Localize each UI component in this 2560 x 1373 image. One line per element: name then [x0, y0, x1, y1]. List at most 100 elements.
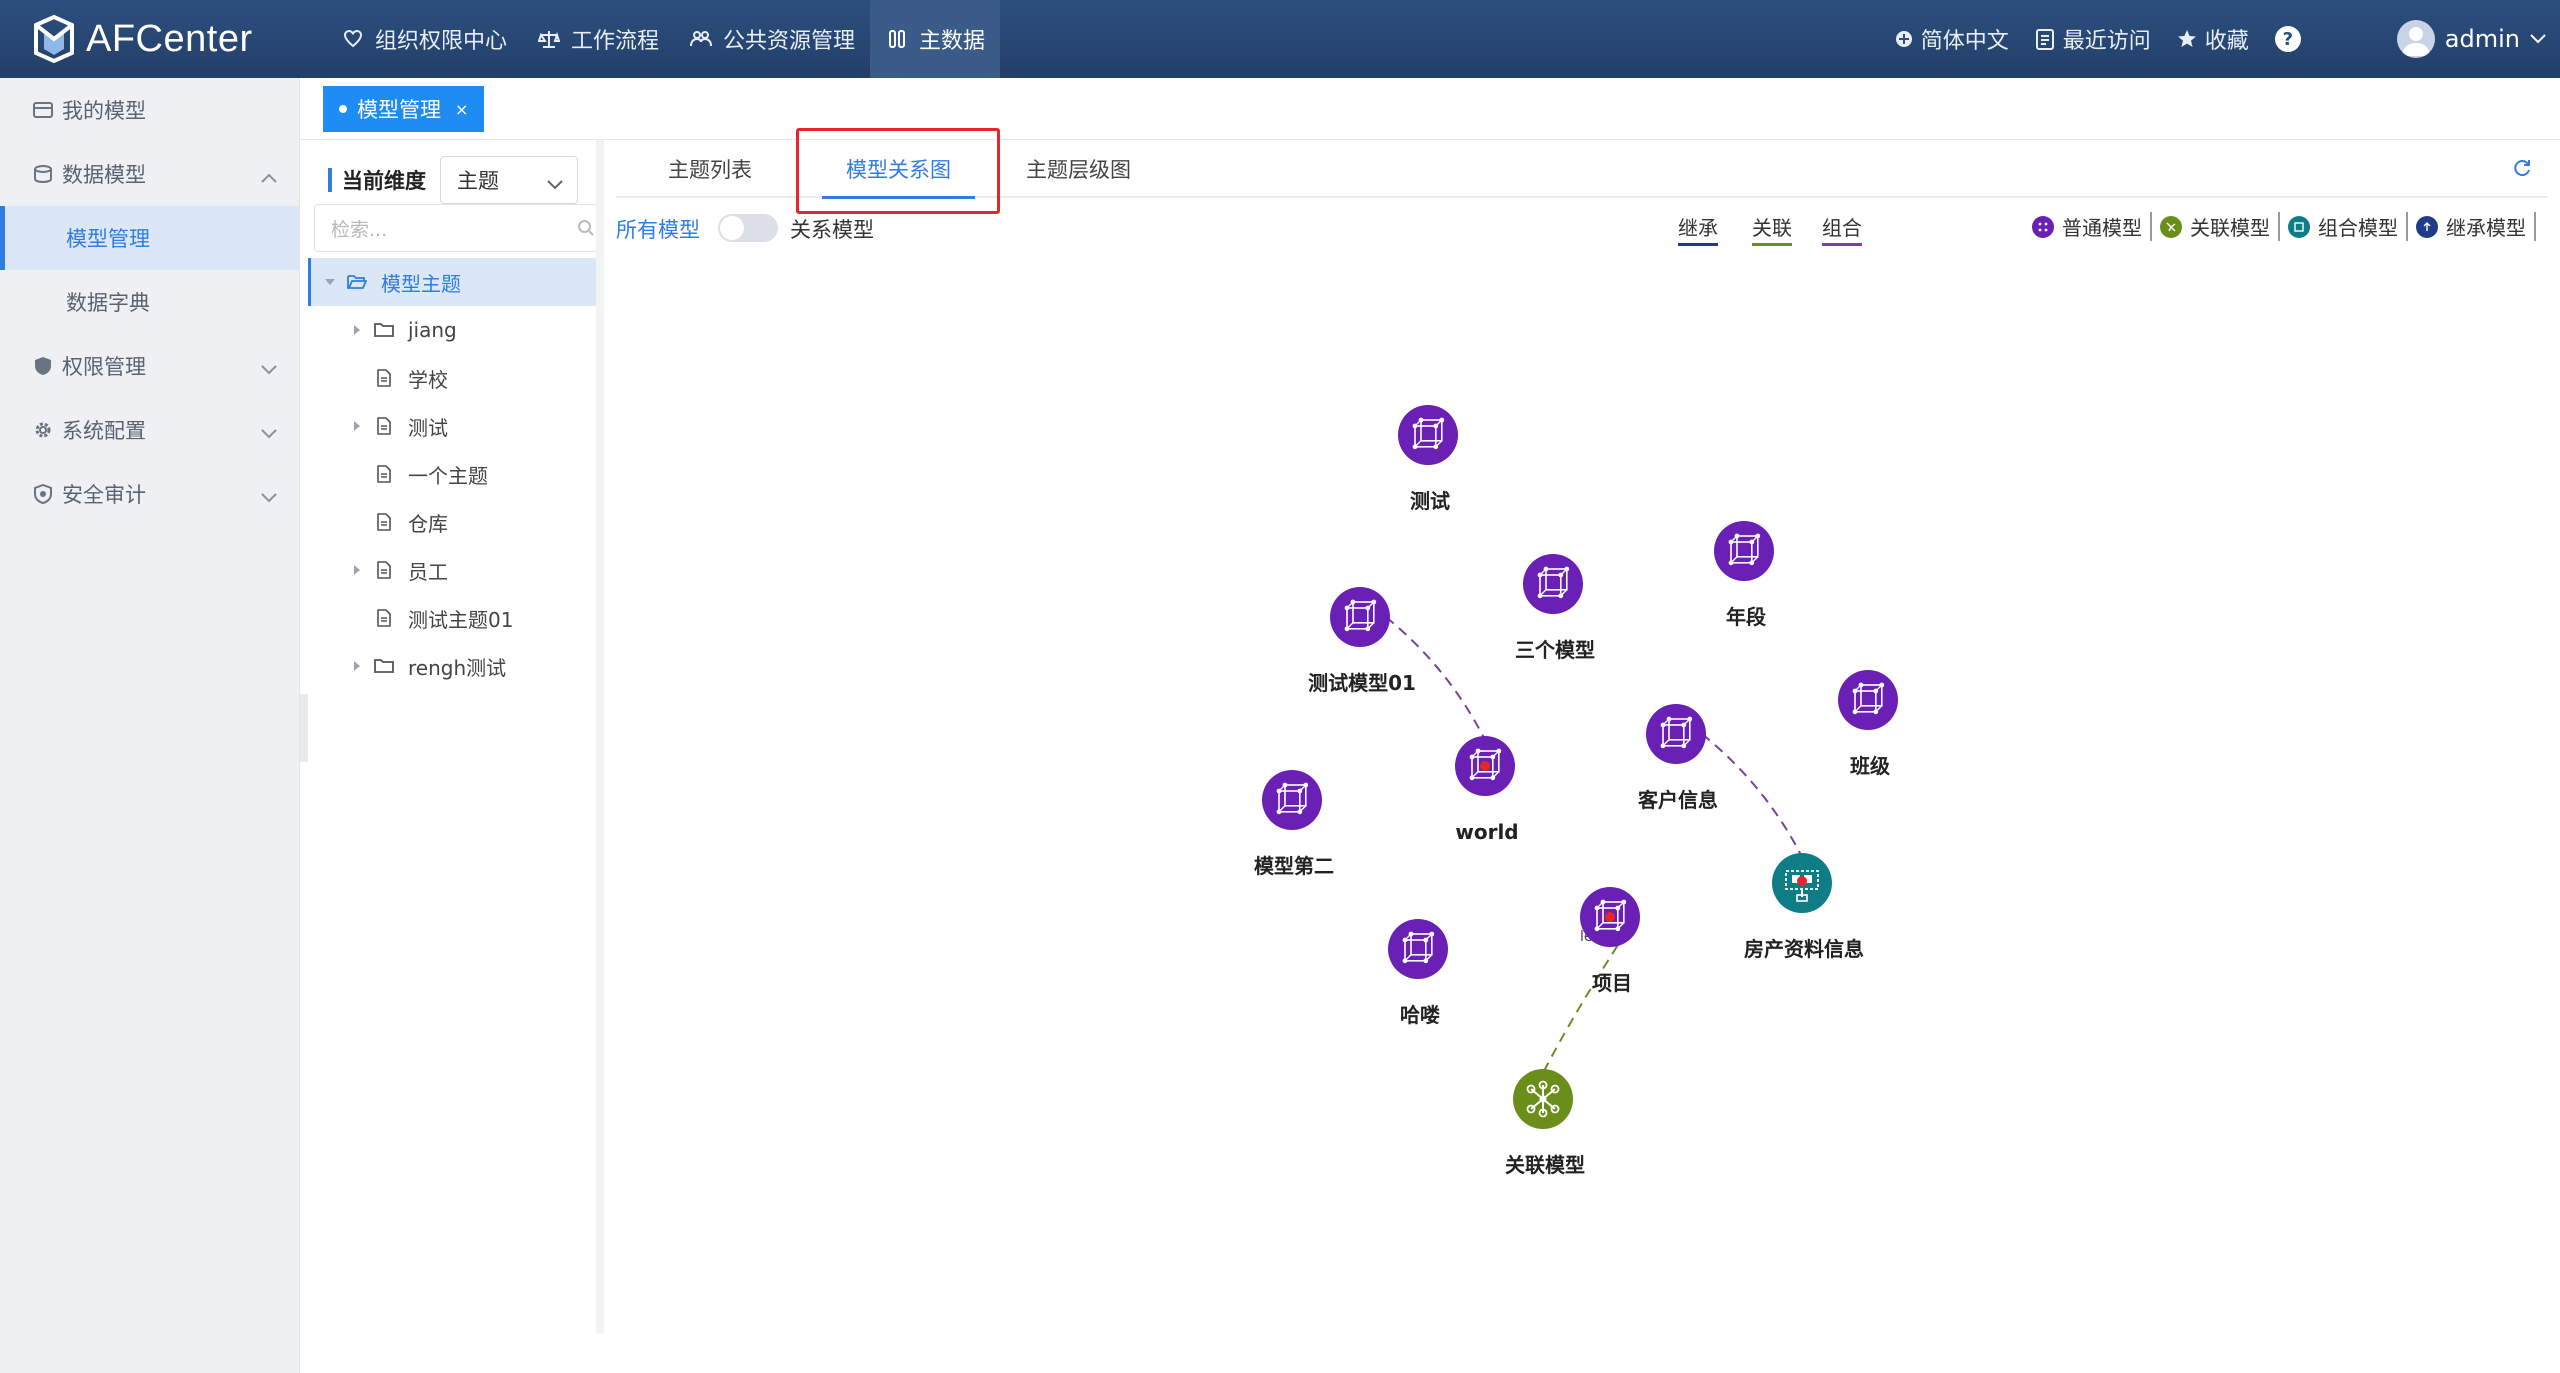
- tree-search-input[interactable]: 检索...: [314, 204, 604, 252]
- dimension-label: 当前维度: [342, 169, 426, 193]
- tab-topic-hierarchy[interactable]: 主题层级图: [1026, 154, 1131, 188]
- node-marker-dot: [1480, 761, 1490, 771]
- tree-node[interactable]: jiang: [308, 306, 604, 354]
- favorites[interactable]: 收藏: [2177, 23, 2249, 55]
- sidebar-item-label: 模型管理: [66, 227, 150, 251]
- relation-model-toggle[interactable]: [718, 214, 778, 242]
- user-menu[interactable]: admin: [2396, 20, 2546, 58]
- nav-item-label: 主数据: [919, 29, 986, 54]
- dimension-accent-bar: [328, 168, 332, 192]
- relation-models-label[interactable]: 关系模型: [790, 214, 874, 244]
- legend-label: 继承模型: [2446, 216, 2526, 240]
- tree-node[interactable]: 学校: [308, 354, 604, 402]
- node-marker-dot: [1797, 876, 1807, 886]
- graph-node[interactable]: 年段: [1714, 521, 1774, 629]
- folder-open-icon: [347, 272, 367, 292]
- graph-node-circle[interactable]: [1523, 554, 1583, 614]
- caret-right-icon[interactable]: [350, 420, 364, 432]
- nav-item-master-data[interactable]: 主数据: [870, 0, 1001, 78]
- tree-node-label: 一个主题: [408, 463, 488, 488]
- user-name: admin: [2444, 25, 2520, 53]
- page-tab-model-management[interactable]: 模型管理 ×: [323, 86, 485, 132]
- recent-visits[interactable]: 最近访问: [2035, 23, 2151, 55]
- relation-filter-inherit[interactable]: 继承: [1678, 212, 1718, 246]
- tab-model-relation[interactable]: 模型关系图: [822, 154, 975, 199]
- graph-node[interactable]: world: [1455, 736, 1519, 844]
- sidebar: 我的模型 数据模型 模型管理 数据字典 权限管理 系统配置 安全审计: [0, 78, 300, 1373]
- caret-right-icon[interactable]: [350, 660, 364, 672]
- graph-node[interactable]: 哈喽: [1388, 919, 1448, 1027]
- graph-node[interactable]: 三个模型: [1515, 554, 1595, 662]
- nav-item-resources[interactable]: 公共资源管理: [674, 0, 870, 78]
- caret-right-icon[interactable]: [350, 324, 364, 336]
- graph-legend: 普通模型 关联模型 组合模型 继承模型: [2024, 212, 2536, 241]
- caret-right-icon[interactable]: [350, 564, 364, 576]
- nav-item-workflow[interactable]: 工作流程: [522, 0, 674, 78]
- nav-item-org[interactable]: 组织权限中心: [326, 0, 522, 78]
- relation-filter-association[interactable]: 关联: [1752, 212, 1792, 246]
- favorites-label: 收藏: [2204, 29, 2249, 54]
- graph-node[interactable]: 测试模型01: [1308, 587, 1416, 695]
- sidebar-item-data-model[interactable]: 数据模型: [0, 142, 299, 206]
- sidebar-item-model-management[interactable]: 模型管理: [0, 206, 299, 270]
- shield-icon: [32, 355, 54, 377]
- language-switch[interactable]: 简体中文: [1895, 23, 2009, 55]
- normal-model-icon: [2032, 215, 2054, 238]
- graph-node[interactable]: 测试: [1398, 405, 1458, 513]
- graph-node[interactable]: 客户信息: [1637, 704, 1718, 812]
- legend-item-composite[interactable]: 组合模型: [2280, 212, 2408, 241]
- legend-item-association[interactable]: 关联模型: [2152, 212, 2280, 241]
- tree-node-label: 测试: [408, 415, 448, 440]
- tab-topic-list[interactable]: 主题列表: [668, 154, 752, 188]
- relation-filter-composition[interactable]: 组合: [1822, 212, 1862, 246]
- help-button[interactable]: ?: [2274, 26, 2301, 52]
- graph-node-circle[interactable]: [1646, 704, 1706, 764]
- graph-node-circle[interactable]: [1330, 587, 1390, 647]
- graph-node-circle[interactable]: [1388, 919, 1448, 979]
- legend-label: 关联模型: [2190, 216, 2270, 240]
- tree-node[interactable]: 员工: [308, 546, 604, 594]
- graph-node[interactable]: 关联模型: [1505, 1069, 1585, 1177]
- tree-node[interactable]: 测试主题01: [308, 594, 604, 642]
- scale-icon: [537, 27, 561, 51]
- all-models-label[interactable]: 所有模型: [616, 214, 700, 244]
- sidebar-item-permissions[interactable]: 权限管理: [0, 334, 299, 398]
- sidebar-item-my-models[interactable]: 我的模型: [0, 78, 299, 142]
- app-logo[interactable]: AFCenter: [32, 14, 253, 64]
- caret-down-icon[interactable]: [323, 278, 337, 286]
- legend-label: 普通模型: [2062, 216, 2142, 240]
- legend-item-normal[interactable]: 普通模型: [2024, 212, 2152, 241]
- refresh-icon[interactable]: [2512, 158, 2532, 182]
- panel-splitter[interactable]: [596, 140, 604, 1333]
- chevron-down-icon: [261, 420, 277, 444]
- sidebar-item-data-dictionary[interactable]: 数据字典: [0, 270, 299, 334]
- tree-node[interactable]: 测试: [308, 402, 604, 450]
- legend-item-inherit[interactable]: 继承模型: [2408, 212, 2536, 241]
- close-icon[interactable]: ×: [455, 100, 468, 119]
- language-label: 简体中文: [1920, 29, 2009, 54]
- globe-icon: [1895, 30, 1913, 48]
- tree-node[interactable]: rengh测试: [308, 642, 604, 690]
- page-tab-label: 模型管理: [357, 98, 441, 122]
- search-placeholder: 检索...: [331, 218, 388, 241]
- dimension-select[interactable]: 主题: [440, 156, 578, 204]
- graph-toolbar: 所有模型 关系模型 继承 关联 组合 普通模型 关联模型 组合模型 继承模型: [616, 208, 2548, 248]
- sidebar-item-security-audit[interactable]: 安全审计: [0, 462, 299, 526]
- graph-node-label: 三个模型: [1515, 638, 1595, 662]
- sidebar-item-label: 权限管理: [62, 355, 146, 379]
- graph-node[interactable]: 班级: [1838, 670, 1898, 778]
- graph-node-circle[interactable]: [1398, 405, 1458, 465]
- tree-node-root[interactable]: 模型主题: [308, 258, 604, 306]
- tree-node[interactable]: 仓库: [308, 498, 604, 546]
- sidebar-item-system-config[interactable]: 系统配置: [0, 398, 299, 462]
- graph-node-circle[interactable]: [1838, 670, 1898, 730]
- model-relation-graph[interactable]: level1测试三个模型年段测试模型01world客户信息班级模型第二房产资料信…: [604, 140, 2560, 1373]
- node-marker-dot: [1605, 912, 1615, 922]
- tree-node[interactable]: 一个主题: [308, 450, 604, 498]
- graph-node[interactable]: 房产资料信息: [1744, 853, 1864, 961]
- graph-node-circle[interactable]: [1262, 770, 1322, 830]
- document-icon: [374, 560, 394, 580]
- graph-node[interactable]: 模型第二: [1254, 770, 1334, 878]
- tree-node-label: jiang: [408, 318, 457, 342]
- graph-node-circle[interactable]: [1714, 521, 1774, 581]
